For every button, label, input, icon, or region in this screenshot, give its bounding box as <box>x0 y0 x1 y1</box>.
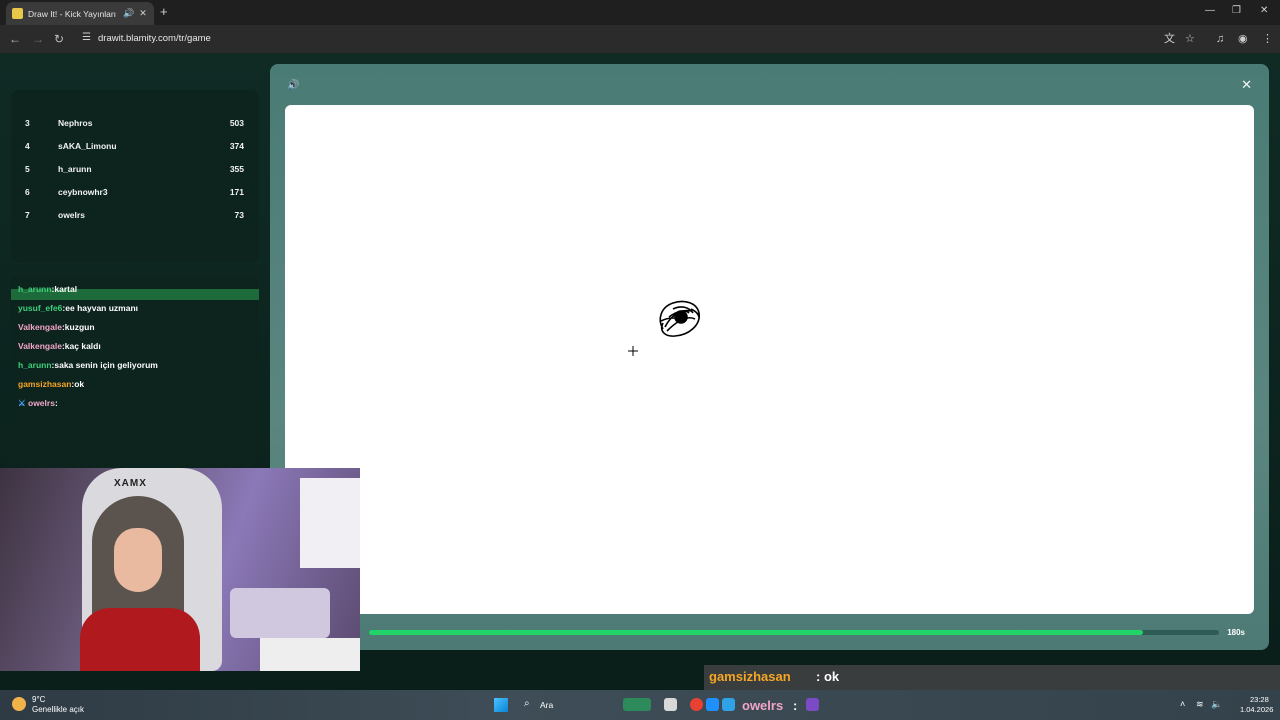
clock-time: 23:28 <box>1250 695 1269 704</box>
search-label[interactable]: Ara <box>540 700 553 710</box>
address-bar[interactable]: ☰ drawit.blamity.com/tr/game <box>74 28 1204 50</box>
taskbar-search-highlight <box>623 698 651 711</box>
site-info-icon[interactable]: ☰ <box>82 32 91 43</box>
chair-brand-label: XAMX <box>114 478 147 489</box>
browser-tab[interactable]: Draw It! - Kick Yayınları İçin 🔊 ✕ <box>6 2 154 25</box>
webcam-desk <box>260 638 360 671</box>
media-control-icon[interactable]: ♫ <box>1216 32 1224 46</box>
forward-icon[interactable]: → <box>32 32 44 46</box>
sword-badge-icon: ⚔ <box>18 398 26 408</box>
weather-icon[interactable] <box>12 697 26 711</box>
tab-audio-icon[interactable]: 🔊 <box>123 8 134 19</box>
leaderboard-row: 5 h_arunn 355 <box>25 164 244 174</box>
url-text: drawit.blamity.com/tr/game <box>98 33 211 44</box>
window-close-icon[interactable]: ✕ <box>1260 5 1268 16</box>
overlay-username: gamsizhasan <box>709 669 791 684</box>
new-tab-button[interactable]: + <box>160 5 168 19</box>
chat-message: h_arunn:saka senin için geliyorum <box>18 360 158 370</box>
drawing-layer <box>628 300 700 356</box>
minimize-icon[interactable]: — <box>1205 5 1215 16</box>
overlay-message: : ok <box>816 669 840 684</box>
scribble-drawing <box>659 300 700 337</box>
leaderboard-scrolled-row <box>25 96 245 102</box>
menu-icon[interactable]: ⋮ <box>1262 32 1273 46</box>
timer-progress-fill <box>369 630 1143 635</box>
chat-message: gamsizhasan:ok <box>18 379 85 389</box>
browser-tab-bar: Draw It! - Kick Yayınları İçin 🔊 ✕ + — ❐… <box>0 0 1280 25</box>
favicon-icon <box>12 8 23 19</box>
stream-chat-overlay: gamsizhasan : ok <box>704 665 1280 690</box>
tab-close-icon[interactable]: ✕ <box>139 8 147 19</box>
webcam-bed <box>230 588 330 638</box>
chat-message: Valkengale:kuzgun <box>18 322 95 332</box>
timer-progress-bar <box>369 630 1219 635</box>
taskbar-overlay-sep: : <box>793 698 798 713</box>
clock-date: 1.04.2026 <box>1240 705 1274 714</box>
chat-message: yusuf_efe6:ee hayvan uzmanı <box>18 303 139 313</box>
browser-toolbar: ← → ↻ ☰ drawit.blamity.com/tr/game 文 ☆ ♫… <box>0 25 1280 53</box>
app-icon-purple[interactable] <box>806 698 819 711</box>
chrome-icon[interactable] <box>690 698 703 711</box>
sound-icon[interactable]: 🔊 <box>287 80 299 91</box>
weather-description: Genellikle açık <box>32 705 85 714</box>
leaderboard-row: 4 sAKA_Limonu 374 <box>25 141 244 151</box>
reload-icon[interactable]: ↻ <box>54 32 64 46</box>
search-icon[interactable]: ⌕ <box>524 698 530 709</box>
translate-icon[interactable]: 文 <box>1164 32 1175 46</box>
start-icon[interactable] <box>494 698 508 712</box>
chat-message: Valkengale:kaç kaldı <box>18 341 101 351</box>
chat-message: ⚔ owelrs: <box>18 398 58 408</box>
drawing-canvas[interactable] <box>285 105 1254 614</box>
bookmark-star-icon[interactable]: ☆ <box>1185 32 1195 46</box>
tray-chevron-icon[interactable]: ˄ <box>1180 699 1185 709</box>
game-modal: 🔊 ✕ 180s <box>270 64 1269 650</box>
app-icon-blue[interactable] <box>706 698 719 711</box>
webcam-person-top <box>80 608 200 671</box>
profile-icon[interactable]: ◉ <box>1238 32 1248 46</box>
chat-panel: h_arunn:kartal yusuf_efe6:ee hayvan uzma… <box>11 275 259 467</box>
webcam-person-face <box>114 528 162 592</box>
crosshair-cursor-icon <box>628 346 638 356</box>
leaderboard-row: 6 ceybnowhr3 171 <box>25 187 244 197</box>
chat-message: h_arunn:kartal <box>18 284 78 294</box>
tab-title: Draw It! - Kick Yayınları İçin <box>28 8 118 19</box>
wifi-icon[interactable]: ≋ <box>1196 699 1204 710</box>
leaderboard-row: 3 Nephros 503 <box>25 118 244 128</box>
webcam-shelf <box>300 478 360 568</box>
taskbar-overlay-username: owelrs <box>742 698 784 713</box>
webcam-overlay: XAMX <box>0 468 360 671</box>
leaderboard-row: 7 owelrs 73 <box>25 210 244 220</box>
app-icon-cube[interactable] <box>722 698 735 711</box>
timer-label: 180s <box>1227 628 1245 637</box>
task-view-icon[interactable] <box>664 698 677 711</box>
back-icon[interactable]: ← <box>9 32 21 46</box>
close-icon[interactable]: ✕ <box>1241 78 1252 92</box>
leaderboard-panel: 3 Nephros 503 4 sAKA_Limonu 374 5 h_arun… <box>11 90 259 262</box>
weather-temperature: 9°C <box>32 695 46 704</box>
taskbar: 9°C Genellikle açık ⌕ Ara owelrs : ˄ ≋ 🔈… <box>0 690 1280 720</box>
maximize-icon[interactable]: ❐ <box>1232 5 1241 16</box>
volume-icon[interactable]: 🔈 <box>1211 699 1222 710</box>
